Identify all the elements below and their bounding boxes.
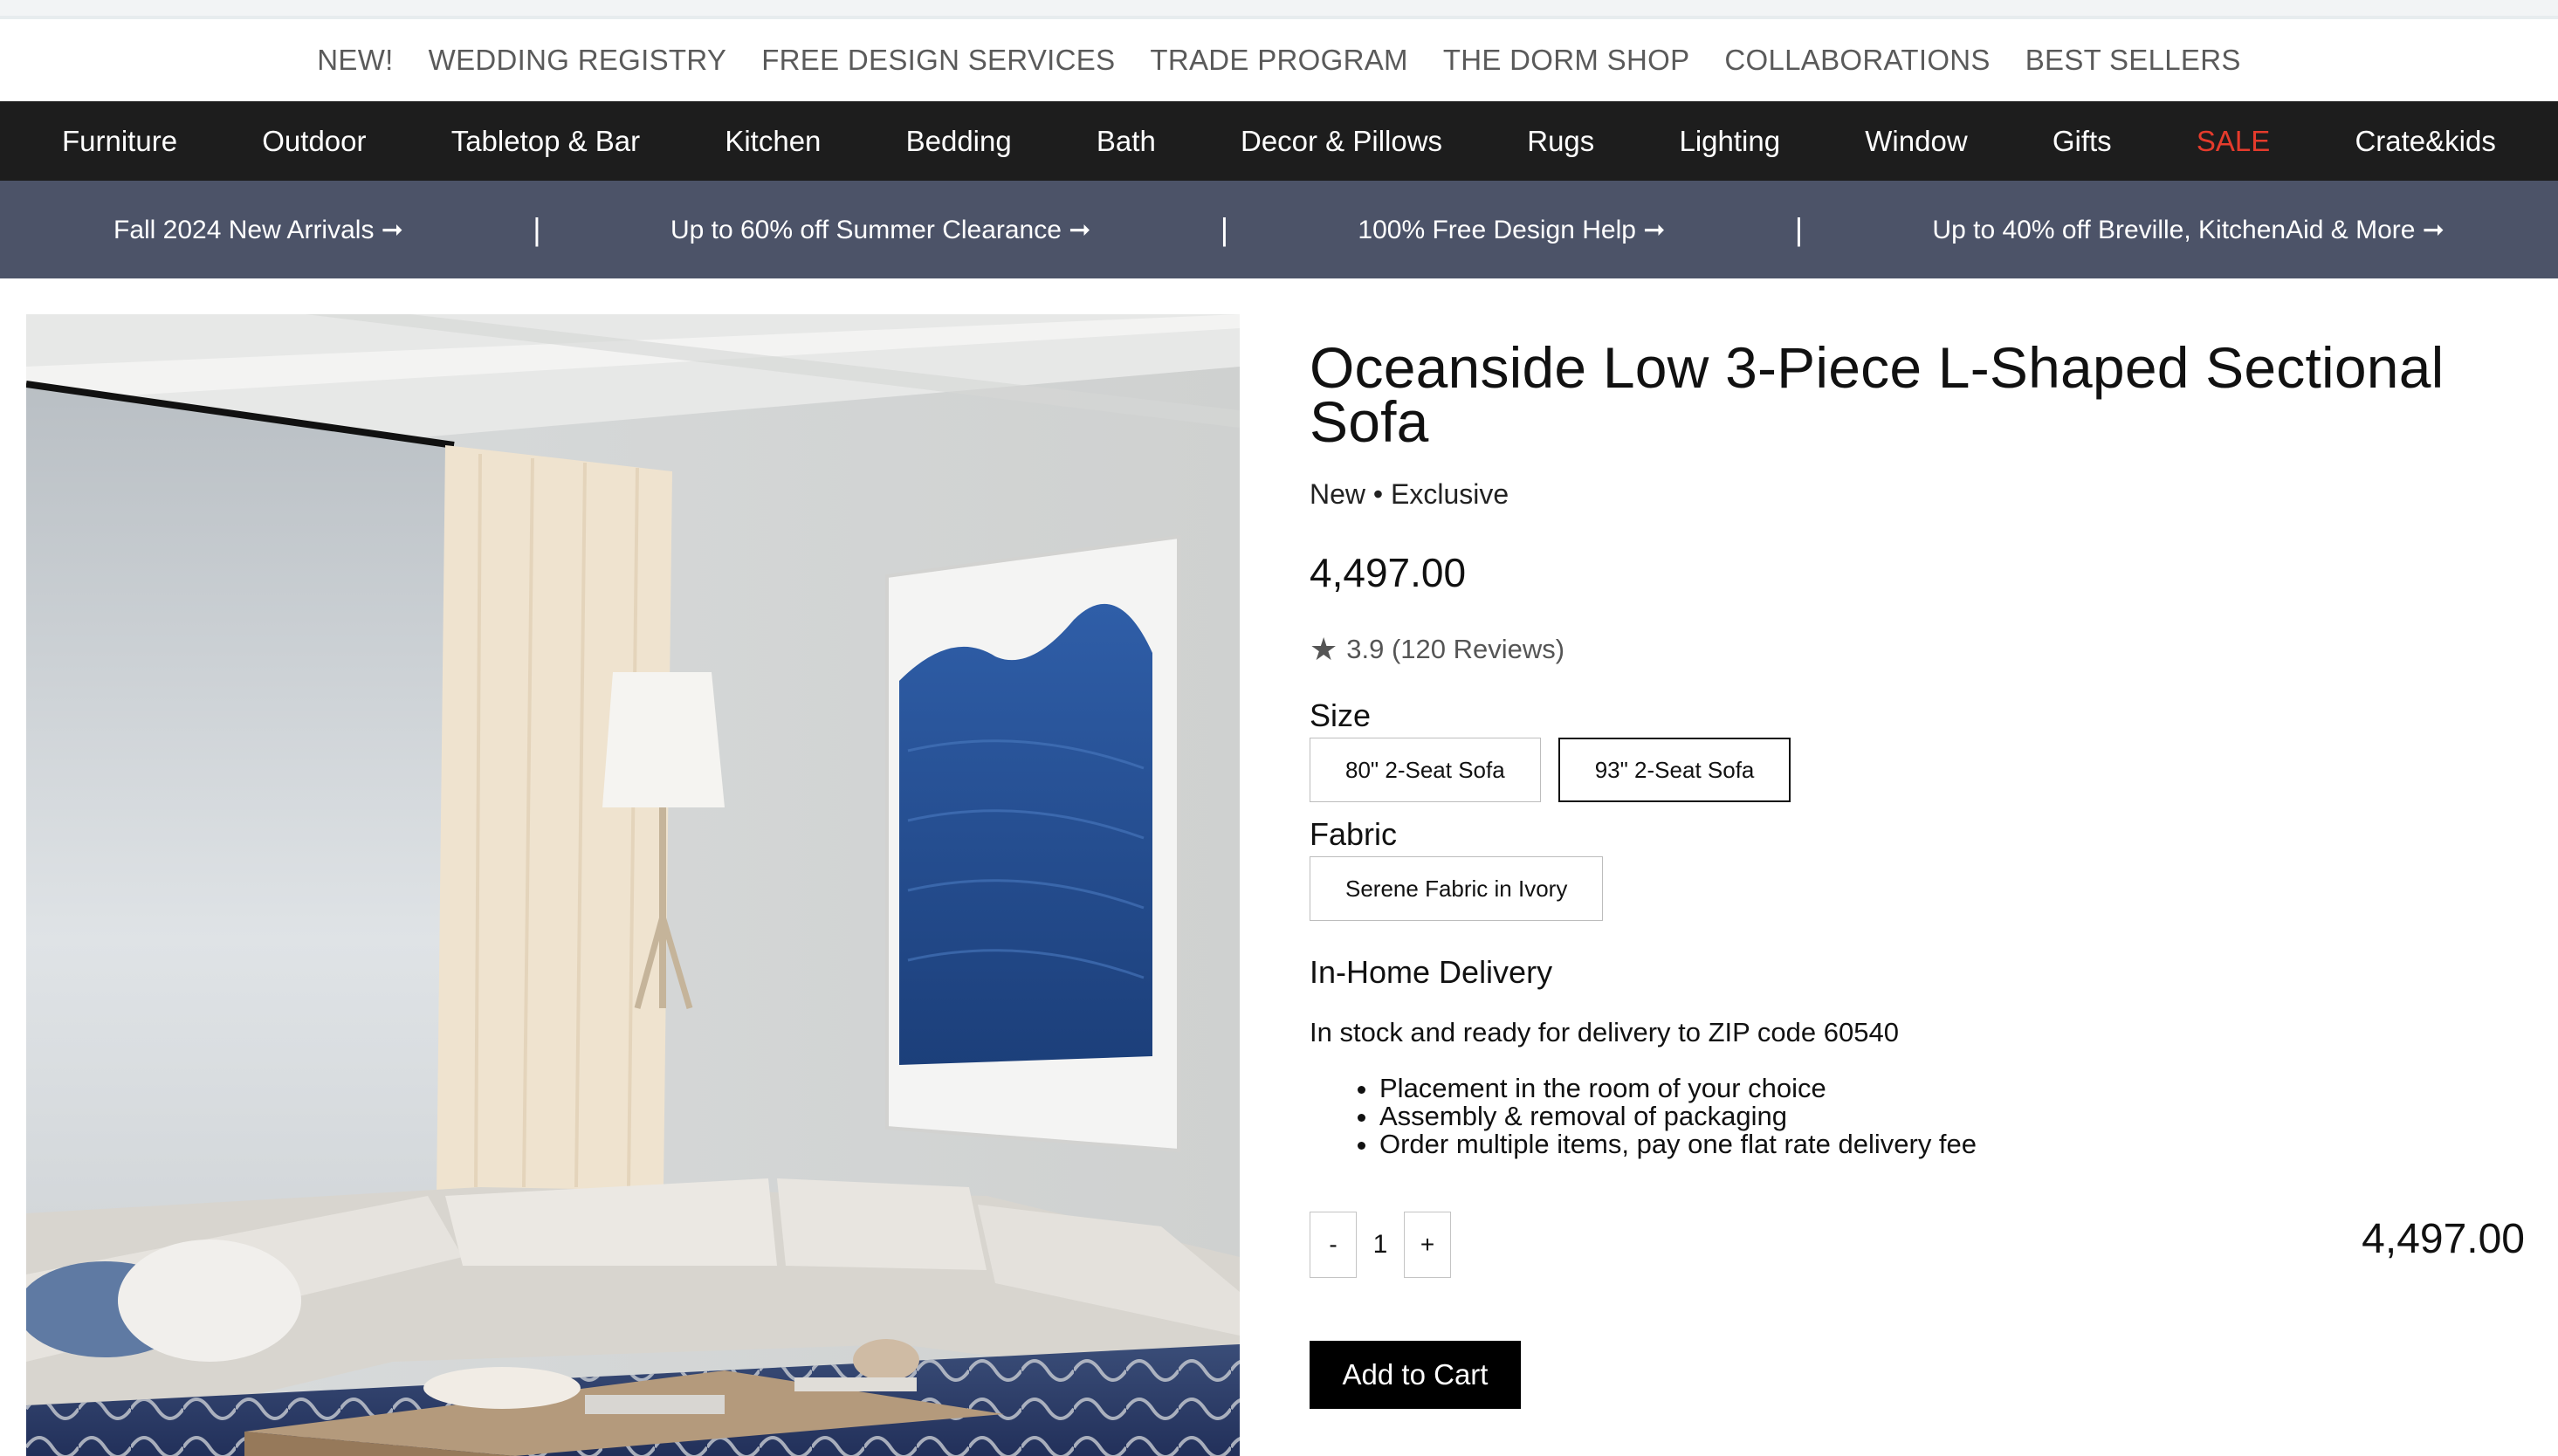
promo-summer-clearance[interactable]: Up to 60% off Summer Clearance ➞ xyxy=(670,215,1090,245)
delivery-benefits: Placement in the room of your choice Ass… xyxy=(1310,1075,2532,1158)
promo-design-help[interactable]: 100% Free Design Help ➞ xyxy=(1358,215,1665,245)
promo-divider: | xyxy=(533,211,541,247)
quantity-increase-button[interactable]: + xyxy=(1404,1212,1451,1278)
util-nav-collaborations[interactable]: COLLABORATIONS xyxy=(1724,44,1990,77)
product-price: 4,497.00 xyxy=(1310,550,1467,595)
quantity-stepper: - 1 + 4,497.00 xyxy=(1310,1212,2525,1278)
product-tags: New • Exclusive xyxy=(1310,478,1509,510)
size-option-80[interactable]: 80" 2-Seat Sofa xyxy=(1310,738,1541,802)
list-item: Placement in the room of your choice xyxy=(1379,1075,2532,1102)
product-title: Oceanside Low 3-Piece L-Shaped Sectional… xyxy=(1310,335,2445,454)
nav-lighting[interactable]: Lighting xyxy=(1679,125,1780,158)
promo-bar: Fall 2024 New Arrivals ➞ | Up to 60% off… xyxy=(0,181,2558,278)
category-nav: Furniture Outdoor Tabletop & Bar Kitchen… xyxy=(0,101,2558,181)
fabric-option-serene-ivory[interactable]: Serene Fabric in Ivory xyxy=(1310,856,1604,921)
util-nav-free-design-services[interactable]: FREE DESIGN SERVICES xyxy=(761,44,1115,77)
promo-divider: | xyxy=(1220,211,1229,247)
nav-kitchen[interactable]: Kitchen xyxy=(725,125,821,158)
promo-breville-kitchenaid[interactable]: Up to 40% off Breville, KitchenAid & Mor… xyxy=(1932,215,2445,245)
star-icon: ★ xyxy=(1310,631,1338,667)
nav-outdoor[interactable]: Outdoor xyxy=(262,125,366,158)
nav-bedding[interactable]: Bedding xyxy=(906,125,1012,158)
quantity-decrease-button[interactable]: - xyxy=(1310,1212,1357,1278)
promo-fall-arrivals[interactable]: Fall 2024 New Arrivals ➞ xyxy=(113,215,403,245)
delivery-status: In stock and ready for delivery to ZIP c… xyxy=(1310,1017,1899,1047)
utility-nav: NEW! WEDDING REGISTRY FREE DESIGN SERVIC… xyxy=(0,19,2558,101)
nav-crate-kids[interactable]: Crate&kids xyxy=(2355,125,2495,158)
fabric-label: Fabric xyxy=(1310,816,1398,852)
util-nav-trade-program[interactable]: TRADE PROGRAM xyxy=(1150,44,1407,77)
nav-decor-pillows[interactable]: Decor & Pillows xyxy=(1241,125,1442,158)
util-nav-wedding-registry[interactable]: WEDDING REGISTRY xyxy=(429,44,727,77)
util-nav-new[interactable]: NEW! xyxy=(317,44,393,77)
nav-tabletop-bar[interactable]: Tabletop & Bar xyxy=(451,125,640,158)
delivery-heading: In-Home Delivery xyxy=(1310,954,1553,990)
rating-text: 3.9 (120 Reviews) xyxy=(1346,634,1565,664)
promo-divider: | xyxy=(1794,211,1804,247)
size-option-93[interactable]: 93" 2-Seat Sofa xyxy=(1557,738,1791,802)
fabric-options: Serene Fabric in Ivory xyxy=(1310,856,2532,921)
product-rating[interactable]: ★ 3.9 (120 Reviews) xyxy=(1310,631,2532,668)
nav-sale[interactable]: SALE xyxy=(2197,125,2270,158)
quantity-value[interactable]: 1 xyxy=(1357,1212,1404,1278)
util-nav-best-sellers[interactable]: BEST SELLERS xyxy=(2025,44,2241,77)
list-item: Assembly & removal of packaging xyxy=(1379,1102,2532,1130)
list-item: Order multiple items, pay one flat rate … xyxy=(1379,1130,2532,1158)
top-strip xyxy=(0,0,2558,19)
size-options: 80" 2-Seat Sofa 93" 2-Seat Sofa xyxy=(1310,738,2532,802)
nav-bath[interactable]: Bath xyxy=(1097,125,1156,158)
product-image[interactable] xyxy=(26,314,1240,1456)
nav-furniture[interactable]: Furniture xyxy=(62,125,177,158)
product-photo xyxy=(26,314,1240,1456)
util-nav-dorm-shop[interactable]: THE DORM SHOP xyxy=(1443,44,1690,77)
add-to-cart-button[interactable]: Add to Cart xyxy=(1310,1341,1521,1409)
size-label: Size xyxy=(1310,697,1372,733)
nav-window[interactable]: Window xyxy=(1865,125,1967,158)
nav-gifts[interactable]: Gifts xyxy=(2053,125,2112,158)
line-total-price: 4,497.00 xyxy=(2362,1216,2525,1262)
product-details: Oceanside Low 3-Piece L-Shaped Sectional… xyxy=(1310,335,2532,1409)
nav-rugs[interactable]: Rugs xyxy=(1527,125,1594,158)
